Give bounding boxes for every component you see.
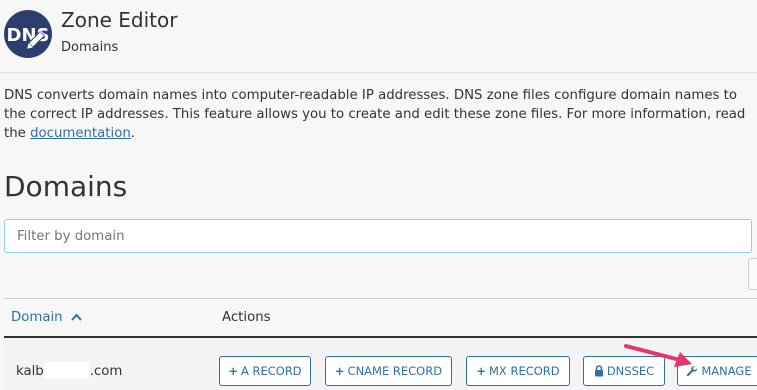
dnssec-button[interactable]: DNSSEC: [583, 356, 665, 386]
description-trailing: .: [130, 126, 136, 141]
domain-cell: kalb .com: [16, 362, 122, 379]
table-top-border: [4, 298, 757, 299]
manage-button[interactable]: MANAGE: [677, 356, 757, 386]
lock-icon: [594, 365, 603, 377]
column-header-domain[interactable]: Domain: [11, 310, 82, 325]
mx-record-button[interactable]: + MX RECORD: [466, 356, 570, 386]
side-panel-toggle[interactable]: [748, 258, 757, 290]
description: DNS converts domain names into computer-…: [4, 86, 756, 143]
plus-icon: +: [228, 364, 238, 378]
section-title: Domains: [4, 170, 128, 203]
zone-editor-page: DNS Zone Editor Domains DNS converts dom…: [0, 0, 757, 390]
filter-by-domain-input[interactable]: [5, 220, 751, 252]
dnssec-label: DNSSEC: [606, 364, 655, 378]
manage-label: MANAGE: [701, 364, 752, 378]
cname-record-button[interactable]: + CNAME RECORD: [325, 356, 452, 386]
page-header: DNS Zone Editor Domains: [0, 0, 757, 72]
dns-app-icon: DNS: [4, 10, 52, 58]
mx-record-label: MX RECORD: [489, 364, 560, 378]
wrench-icon: [687, 365, 698, 377]
header-divider: [0, 72, 757, 73]
sort-ascending-icon: [71, 313, 82, 321]
a-record-label: A RECORD: [240, 364, 302, 378]
filter-field: [4, 219, 752, 253]
domain-name-suffix: .com: [89, 364, 123, 379]
a-record-button[interactable]: + A RECORD: [219, 356, 311, 386]
plus-icon: +: [476, 364, 486, 378]
page-title: Zone Editor: [61, 8, 178, 32]
redacted-block: [43, 362, 90, 378]
cname-record-label: CNAME RECORD: [347, 364, 443, 378]
documentation-link[interactable]: documentation: [30, 126, 131, 141]
breadcrumb: Domains: [61, 40, 119, 55]
column-header-actions: Actions: [222, 310, 271, 325]
domain-name-prefix: kalb: [16, 364, 44, 379]
plus-icon: +: [334, 364, 345, 378]
column-header-domain-label: Domain: [11, 310, 63, 325]
